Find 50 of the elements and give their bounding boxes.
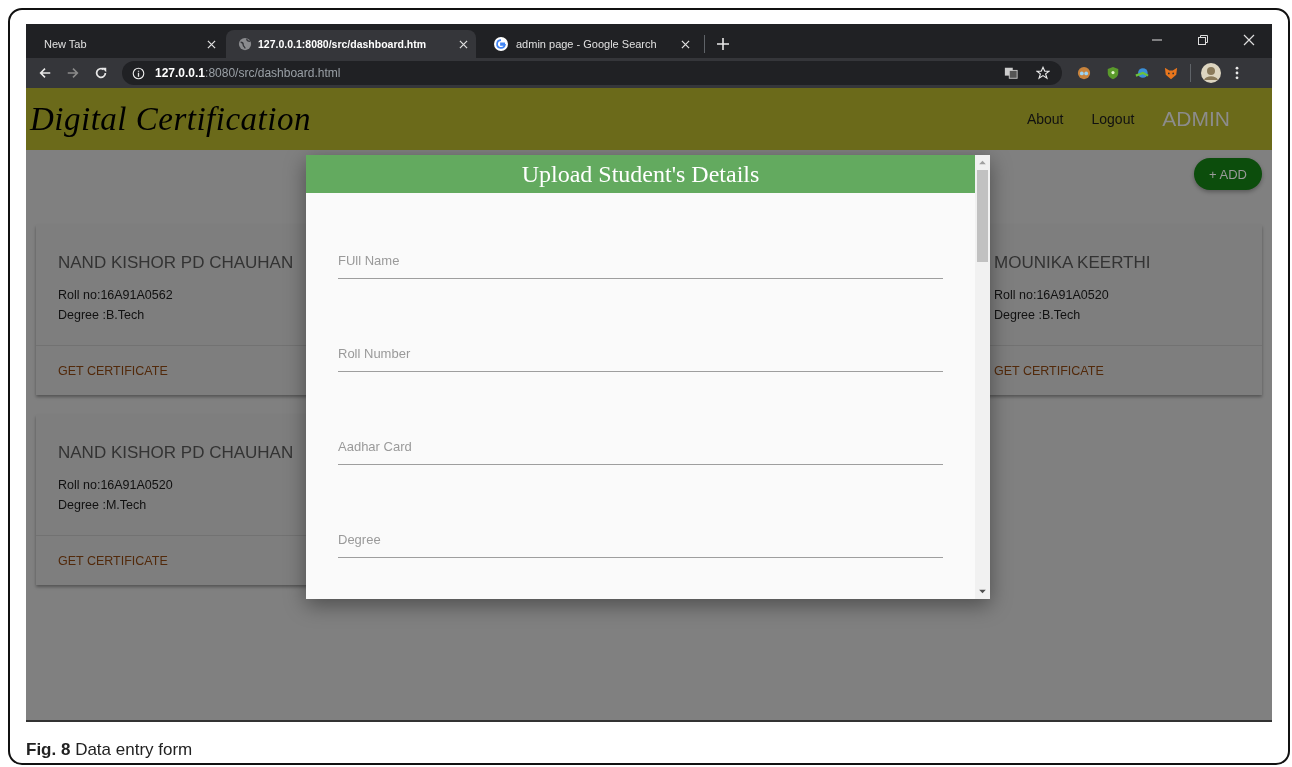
shield-icon[interactable] (1106, 66, 1120, 80)
scrollbar[interactable] (975, 155, 990, 599)
nav-link[interactable]: About (1026, 111, 1064, 127)
student-name: NAND KISHOR PD CHAUHAN (58, 443, 295, 463)
input-field[interactable]: Roll Number (338, 346, 943, 372)
roll-number: Roll no:16A91A0520 (994, 287, 1110, 304)
fox-icon[interactable] (1164, 66, 1178, 80)
user-label: ADMIN (1162, 107, 1230, 131)
menu-icon[interactable] (1235, 66, 1239, 80)
browser-tab[interactable]: 127.0.0.1:8080/src/dashboard.htm (226, 30, 476, 58)
input-field[interactable]: Degree (338, 532, 943, 558)
google-icon (494, 37, 508, 51)
input-field[interactable]: FUll Name (338, 253, 943, 279)
figure-caption: Fig. 8 Data entry form (26, 740, 194, 760)
avatar-icon[interactable] (1201, 63, 1221, 83)
scroll-down-icon[interactable] (979, 589, 986, 594)
roll-number: Roll no:16A91A0562 (58, 287, 174, 304)
close-icon[interactable] (1243, 34, 1255, 46)
address-field[interactable]: 127.0.0.1:8080/src/dashboard.html (122, 61, 1062, 85)
modal-title: Upload Student's Details (306, 155, 975, 193)
translate-icon[interactable] (1004, 66, 1018, 80)
browser-tab[interactable]: admin page - Google Search (476, 30, 700, 58)
globe-icon (238, 37, 252, 51)
reload-icon[interactable] (94, 66, 108, 80)
scrollbar-thumb[interactable] (977, 170, 988, 262)
degree-text: Degree :M.Tech (58, 497, 148, 514)
close-icon[interactable] (207, 39, 216, 49)
forward-icon[interactable] (66, 66, 80, 80)
degree-text: Degree :B.Tech (58, 307, 146, 324)
info-icon (132, 66, 145, 80)
extension-icon[interactable] (1077, 66, 1091, 80)
brand-title: Digital Certification (30, 100, 311, 138)
degree-text: Degree :B.Tech (994, 307, 1082, 324)
browser-tab[interactable]: New Tab (26, 30, 226, 58)
input-field[interactable]: Aadhar Card (338, 439, 943, 465)
restore-icon[interactable] (1197, 34, 1209, 46)
get-certificate-link[interactable]: GET CERTIFICATE (58, 363, 168, 378)
add-button[interactable]: + ADD (1194, 158, 1262, 190)
back-icon[interactable] (38, 66, 52, 80)
nav-link[interactable]: Logout (1091, 111, 1135, 127)
get-certificate-link[interactable]: GET CERTIFICATE (58, 553, 168, 568)
star-icon[interactable] (1036, 66, 1050, 80)
close-icon[interactable] (459, 39, 468, 49)
close-icon[interactable] (681, 39, 690, 49)
globe-icon[interactable] (1135, 66, 1149, 80)
roll-number: Roll no:16A91A0520 (58, 477, 174, 494)
get-certificate-link[interactable]: GET CERTIFICATE (994, 363, 1104, 378)
student-name: NAND KISHOR PD CHAUHAN (58, 253, 295, 273)
student-name: MOUNIKA KEERTHI (994, 253, 1152, 273)
new-tab-icon[interactable] (717, 38, 729, 50)
